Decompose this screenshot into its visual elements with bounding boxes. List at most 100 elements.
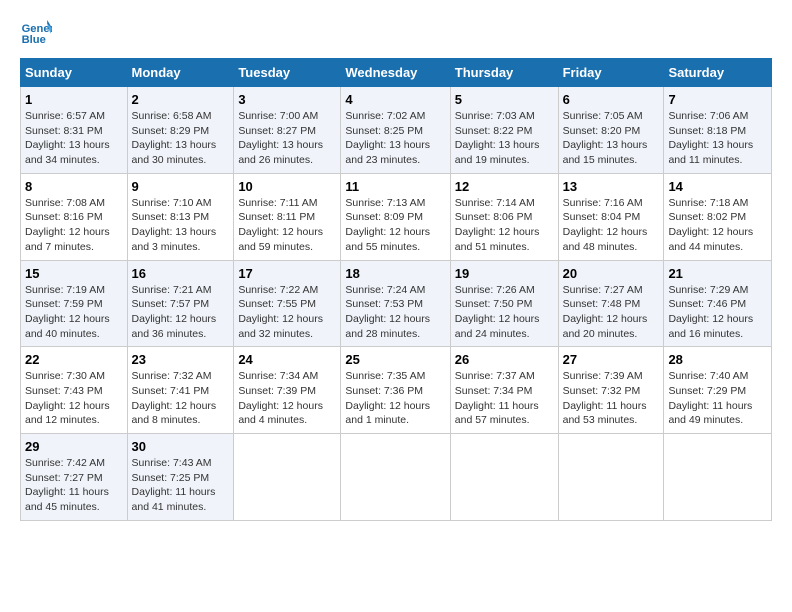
day-info: Sunrise: 7:11 AMSunset: 8:11 PMDaylight:… [238,197,323,253]
day-number: 26 [455,352,554,367]
day-info: Sunrise: 7:22 AMSunset: 7:55 PMDaylight:… [238,284,323,340]
day-info: Sunrise: 7:03 AMSunset: 8:22 PMDaylight:… [455,110,540,166]
day-info: Sunrise: 7:34 AMSunset: 7:39 PMDaylight:… [238,370,323,426]
day-number: 5 [455,92,554,107]
day-number: 17 [238,266,336,281]
day-info: Sunrise: 6:58 AMSunset: 8:29 PMDaylight:… [132,110,217,166]
day-number: 6 [563,92,660,107]
day-header-sunday: Sunday [21,59,128,87]
day-number: 22 [25,352,123,367]
calendar-day-23: 23 Sunrise: 7:32 AMSunset: 7:41 PMDaylig… [127,347,234,434]
day-number: 2 [132,92,230,107]
calendar-day-4: 4 Sunrise: 7:02 AMSunset: 8:25 PMDayligh… [341,87,450,174]
calendar-week-1: 1 Sunrise: 6:57 AMSunset: 8:31 PMDayligh… [21,87,772,174]
empty-cell [341,434,450,521]
svg-text:Blue: Blue [22,34,46,46]
empty-cell [450,434,558,521]
day-number: 11 [345,179,445,194]
day-info: Sunrise: 7:27 AMSunset: 7:48 PMDaylight:… [563,284,648,340]
day-number: 19 [455,266,554,281]
calendar-day-16: 16 Sunrise: 7:21 AMSunset: 7:57 PMDaylig… [127,260,234,347]
calendar-day-15: 15 Sunrise: 7:19 AMSunset: 7:59 PMDaylig… [21,260,128,347]
calendar-day-19: 19 Sunrise: 7:26 AMSunset: 7:50 PMDaylig… [450,260,558,347]
page-header: General Blue [20,16,772,48]
day-info: Sunrise: 6:57 AMSunset: 8:31 PMDaylight:… [25,110,110,166]
day-number: 27 [563,352,660,367]
day-number: 12 [455,179,554,194]
calendar-day-11: 11 Sunrise: 7:13 AMSunset: 8:09 PMDaylig… [341,173,450,260]
calendar-week-2: 8 Sunrise: 7:08 AMSunset: 8:16 PMDayligh… [21,173,772,260]
day-info: Sunrise: 7:42 AMSunset: 7:27 PMDaylight:… [25,457,109,513]
calendar-day-22: 22 Sunrise: 7:30 AMSunset: 7:43 PMDaylig… [21,347,128,434]
day-number: 8 [25,179,123,194]
empty-cell [234,434,341,521]
calendar-day-12: 12 Sunrise: 7:14 AMSunset: 8:06 PMDaylig… [450,173,558,260]
day-info: Sunrise: 7:05 AMSunset: 8:20 PMDaylight:… [563,110,648,166]
logo-icon: General Blue [20,16,52,48]
day-info: Sunrise: 7:26 AMSunset: 7:50 PMDaylight:… [455,284,540,340]
empty-cell [664,434,772,521]
day-number: 13 [563,179,660,194]
day-info: Sunrise: 7:30 AMSunset: 7:43 PMDaylight:… [25,370,110,426]
calendar-day-26: 26 Sunrise: 7:37 AMSunset: 7:34 PMDaylig… [450,347,558,434]
day-number: 28 [668,352,767,367]
calendar-day-28: 28 Sunrise: 7:40 AMSunset: 7:29 PMDaylig… [664,347,772,434]
day-info: Sunrise: 7:35 AMSunset: 7:36 PMDaylight:… [345,370,430,426]
calendar-day-30: 30 Sunrise: 7:43 AMSunset: 7:25 PMDaylig… [127,434,234,521]
calendar-day-14: 14 Sunrise: 7:18 AMSunset: 8:02 PMDaylig… [664,173,772,260]
svg-text:General: General [22,23,52,35]
logo: General Blue [20,16,56,48]
day-info: Sunrise: 7:13 AMSunset: 8:09 PMDaylight:… [345,197,430,253]
day-info: Sunrise: 7:29 AMSunset: 7:46 PMDaylight:… [668,284,753,340]
calendar-week-3: 15 Sunrise: 7:19 AMSunset: 7:59 PMDaylig… [21,260,772,347]
day-header-saturday: Saturday [664,59,772,87]
day-number: 15 [25,266,123,281]
day-number: 1 [25,92,123,107]
day-number: 29 [25,439,123,454]
day-info: Sunrise: 7:21 AMSunset: 7:57 PMDaylight:… [132,284,217,340]
day-number: 23 [132,352,230,367]
day-info: Sunrise: 7:24 AMSunset: 7:53 PMDaylight:… [345,284,430,340]
day-number: 24 [238,352,336,367]
calendar-day-2: 2 Sunrise: 6:58 AMSunset: 8:29 PMDayligh… [127,87,234,174]
calendar-day-25: 25 Sunrise: 7:35 AMSunset: 7:36 PMDaylig… [341,347,450,434]
calendar-day-18: 18 Sunrise: 7:24 AMSunset: 7:53 PMDaylig… [341,260,450,347]
calendar-day-13: 13 Sunrise: 7:16 AMSunset: 8:04 PMDaylig… [558,173,664,260]
day-header-wednesday: Wednesday [341,59,450,87]
calendar-day-6: 6 Sunrise: 7:05 AMSunset: 8:20 PMDayligh… [558,87,664,174]
day-number: 4 [345,92,445,107]
day-info: Sunrise: 7:32 AMSunset: 7:41 PMDaylight:… [132,370,217,426]
day-header-tuesday: Tuesday [234,59,341,87]
day-number: 30 [132,439,230,454]
calendar-day-21: 21 Sunrise: 7:29 AMSunset: 7:46 PMDaylig… [664,260,772,347]
day-info: Sunrise: 7:06 AMSunset: 8:18 PMDaylight:… [668,110,753,166]
day-header-friday: Friday [558,59,664,87]
calendar-day-27: 27 Sunrise: 7:39 AMSunset: 7:32 PMDaylig… [558,347,664,434]
calendar-day-10: 10 Sunrise: 7:11 AMSunset: 8:11 PMDaylig… [234,173,341,260]
day-number: 25 [345,352,445,367]
day-info: Sunrise: 7:14 AMSunset: 8:06 PMDaylight:… [455,197,540,253]
day-info: Sunrise: 7:02 AMSunset: 8:25 PMDaylight:… [345,110,430,166]
day-info: Sunrise: 7:00 AMSunset: 8:27 PMDaylight:… [238,110,323,166]
day-info: Sunrise: 7:08 AMSunset: 8:16 PMDaylight:… [25,197,110,253]
day-number: 10 [238,179,336,194]
day-number: 21 [668,266,767,281]
day-number: 18 [345,266,445,281]
day-number: 9 [132,179,230,194]
day-header-monday: Monday [127,59,234,87]
calendar-table: SundayMondayTuesdayWednesdayThursdayFrid… [20,58,772,521]
day-info: Sunrise: 7:43 AMSunset: 7:25 PMDaylight:… [132,457,216,513]
calendar-day-17: 17 Sunrise: 7:22 AMSunset: 7:55 PMDaylig… [234,260,341,347]
calendar-day-20: 20 Sunrise: 7:27 AMSunset: 7:48 PMDaylig… [558,260,664,347]
day-info: Sunrise: 7:39 AMSunset: 7:32 PMDaylight:… [563,370,647,426]
calendar-day-24: 24 Sunrise: 7:34 AMSunset: 7:39 PMDaylig… [234,347,341,434]
day-header-thursday: Thursday [450,59,558,87]
calendar-day-8: 8 Sunrise: 7:08 AMSunset: 8:16 PMDayligh… [21,173,128,260]
calendar-day-3: 3 Sunrise: 7:00 AMSunset: 8:27 PMDayligh… [234,87,341,174]
calendar-day-5: 5 Sunrise: 7:03 AMSunset: 8:22 PMDayligh… [450,87,558,174]
calendar-week-5: 29 Sunrise: 7:42 AMSunset: 7:27 PMDaylig… [21,434,772,521]
calendar-header: SundayMondayTuesdayWednesdayThursdayFrid… [21,59,772,87]
calendar-day-7: 7 Sunrise: 7:06 AMSunset: 8:18 PMDayligh… [664,87,772,174]
day-info: Sunrise: 7:18 AMSunset: 8:02 PMDaylight:… [668,197,753,253]
day-info: Sunrise: 7:19 AMSunset: 7:59 PMDaylight:… [25,284,110,340]
